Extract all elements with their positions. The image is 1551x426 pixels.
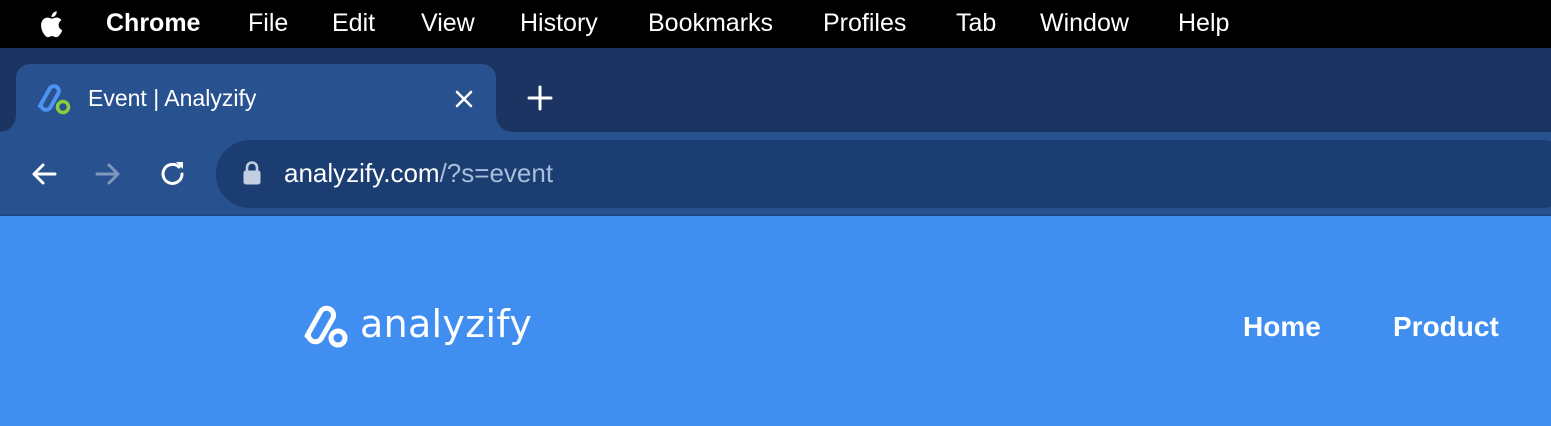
nav-home[interactable]: Home (1243, 308, 1321, 346)
analyzify-favicon-icon (38, 84, 71, 115)
menu-history[interactable]: History (520, 0, 598, 48)
menu-chrome[interactable]: Chrome (106, 0, 200, 48)
plus-icon[interactable] (526, 84, 554, 112)
menu-edit[interactable]: Edit (332, 0, 375, 48)
tab-title: Event | Analyzify (88, 85, 257, 111)
analyzify-logo-icon[interactable] (302, 302, 350, 350)
site-header: analyzify Home Product (0, 216, 1551, 426)
macos-menu-bar: Chrome File Edit View History Bookmarks … (0, 0, 1551, 48)
menu-profiles[interactable]: Profiles (823, 0, 906, 48)
browser-toolbar: analyzify.com/?s=event (0, 132, 1551, 216)
nav-product[interactable]: Product (1393, 308, 1499, 346)
menu-window[interactable]: Window (1040, 0, 1129, 48)
menu-tab[interactable]: Tab (956, 0, 996, 48)
url-host: analyzify.com (284, 158, 440, 188)
arrow-left-icon[interactable] (28, 158, 60, 190)
menu-file[interactable]: File (248, 0, 288, 48)
close-icon[interactable] (452, 87, 476, 111)
lock-icon[interactable] (242, 160, 262, 186)
url-path: /?s=event (439, 158, 554, 188)
tab-event-analyzify[interactable]: Event | Analyzify (0, 64, 512, 132)
arrow-right-icon[interactable] (92, 158, 124, 190)
address-bar[interactable]: analyzify.com/?s=event (216, 140, 1551, 208)
apple-logo-icon[interactable] (38, 8, 68, 40)
menu-bookmarks[interactable]: Bookmarks (648, 0, 773, 48)
menu-help[interactable]: Help (1178, 0, 1229, 48)
tab-strip: Event | Analyzify (0, 48, 1551, 132)
reload-icon[interactable] (157, 158, 189, 190)
url-text[interactable]: analyzify.com/?s=event (284, 140, 553, 208)
brand-name[interactable]: analyzify (360, 300, 532, 350)
menu-view[interactable]: View (421, 0, 475, 48)
